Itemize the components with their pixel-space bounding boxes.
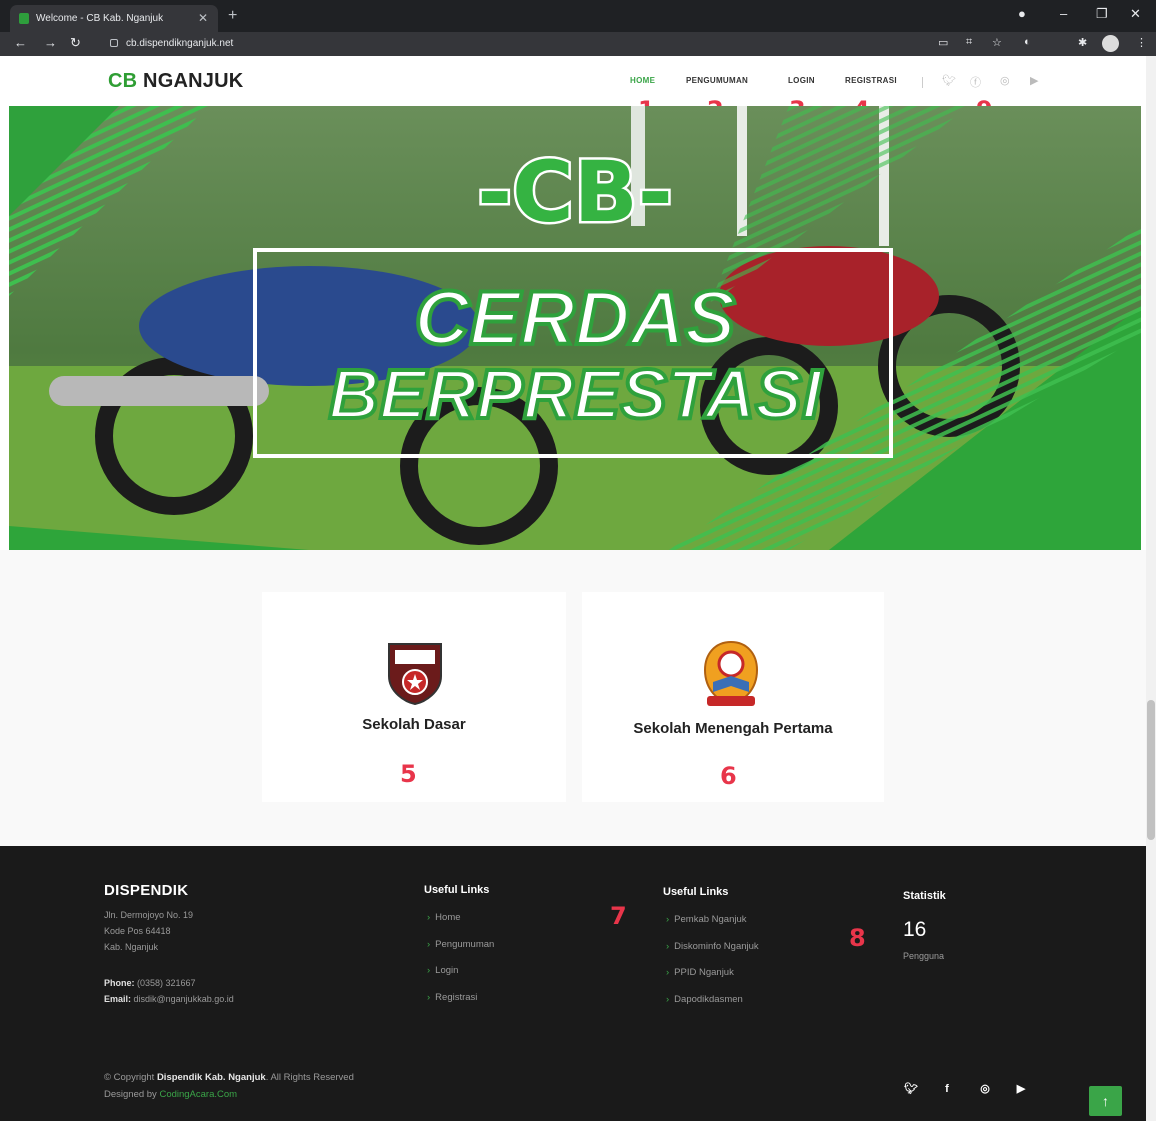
copyright-owner: Dispendik Kab. Nganjuk (156, 1072, 266, 1083)
smp-emblem-icon (703, 640, 759, 706)
twitter-icon[interactable]: 🐦︎ (942, 74, 956, 87)
copyright-suffix: . All Rights Reserved (265, 1072, 354, 1083)
profile-dot-icon[interactable]: ● (1018, 6, 1026, 21)
sd-emblem-icon (388, 643, 442, 706)
footer-phone: Phone: (0358) 321667 (104, 978, 196, 988)
useful-links-heading: Useful Links (424, 884, 490, 896)
browser-tab[interactable]: Welcome - CB Kab. Nganjuk ✕ (10, 5, 218, 32)
youtube-icon[interactable]: ▶ (1030, 74, 1038, 87)
restore-icon[interactable]: ❐ (1096, 6, 1108, 22)
extension-icon[interactable]: ◐ (1024, 36, 1031, 48)
page: Welcome - CB Kab. Nganjuk ✕ + ● – ❐ ✕ ← … (0, 0, 1156, 1121)
annotation-marker: 5 (400, 760, 417, 788)
cast-icon[interactable]: ▭ (938, 36, 948, 49)
nav-pengumuman[interactable]: PENGUMUMAN (686, 76, 748, 85)
tab-title: Welcome - CB Kab. Nganjuk (36, 13, 164, 24)
site-logo[interactable]: CB NGANJUK (108, 70, 243, 93)
scrollbar-thumb[interactable] (1147, 700, 1155, 840)
site-footer: DISPENDIK Jln. Dermojoyo No. 19 Kode Pos… (0, 846, 1146, 1121)
hero-banner: -CB- CERDAS BERPRESTASI (9, 106, 1141, 550)
copyright: © Copyright Dispendik Kab. Nganjuk. All … (104, 1072, 354, 1083)
site-header: CB NGANJUK HOME PENGUMUMAN LOGIN REGISTR… (0, 56, 1146, 106)
footer-link-diskominfo[interactable]: › Diskominfo Nganjuk (666, 941, 759, 952)
forward-icon[interactable]: → (44, 35, 57, 50)
address-bar: ← → ↻ cb.dispendiknganjuk.net ▭ ⌗ ☆ ◐ ✱ … (0, 32, 1156, 56)
email-value[interactable]: disdik@nganjukkab.go.id (131, 994, 234, 1004)
nav-home[interactable]: HOME (630, 76, 655, 85)
back-to-top-button[interactable]: ↑ (1089, 1086, 1122, 1116)
facebook-icon[interactable]: f (938, 1080, 956, 1098)
avatar[interactable] (1102, 35, 1119, 52)
annotation-marker: 6 (720, 762, 737, 790)
instagram-icon[interactable]: ◎ (976, 1080, 994, 1098)
footer-link-pengumuman[interactable]: › Pengumuman (427, 939, 494, 950)
url-field[interactable]: cb.dispendiknganjuk.net (110, 36, 910, 52)
annotation-marker: 8 (849, 924, 866, 952)
useful-links-heading: Useful Links (663, 886, 729, 898)
nav-login[interactable]: LOGIN (788, 76, 815, 85)
scrollbar[interactable] (1146, 56, 1156, 1121)
hero-cerdas-text: CERDAS (415, 276, 736, 361)
tab-close-icon[interactable]: ✕ (198, 5, 208, 32)
nav-registrasi[interactable]: REGISTRASI (845, 76, 897, 85)
stat-user-count: 16 (903, 918, 927, 941)
footer-link-home[interactable]: › Home (427, 912, 461, 923)
statistik-heading: Statistik (903, 890, 946, 902)
phone-value: (0358) 321667 (134, 978, 196, 988)
menu-dots-icon[interactable]: ⋮ (1136, 36, 1147, 49)
footer-email: Email: disdik@nganjukkab.go.id (104, 994, 234, 1004)
nav-divider (922, 77, 923, 88)
footer-link-pemkab[interactable]: › Pemkab Nganjuk (666, 914, 747, 925)
minimize-icon[interactable]: – (1060, 6, 1067, 21)
hero-cb-text: -CB- (477, 143, 672, 241)
favicon-icon (19, 13, 29, 24)
designed-by: Designed by CodingAcara.Com (104, 1089, 237, 1100)
reload-icon[interactable]: ↻ (70, 35, 81, 51)
footer-link-registrasi[interactable]: › Registrasi (427, 992, 477, 1003)
youtube-icon[interactable]: ▶ (1012, 1080, 1030, 1098)
arrow-up-icon: ↑ (1102, 1093, 1109, 1109)
logo-cb: CB (108, 70, 138, 92)
email-label: Email: (104, 994, 132, 1004)
card-title: Sekolah Menengah Pertama (633, 720, 833, 737)
phone-label: Phone: (104, 978, 135, 988)
card-title: Sekolah Dasar (362, 716, 466, 733)
footer-link-ppid[interactable]: › PPID Nganjuk (666, 967, 734, 978)
hero-berprestasi-text: BERPRESTASI (329, 355, 823, 433)
copyright-prefix: © Copyright (104, 1072, 157, 1083)
footer-address-line: Jln. Dermojoyo No. 19 (104, 910, 194, 920)
twitter-icon[interactable]: 🐦︎ (902, 1080, 920, 1098)
footer-address-line: Kab. Nganjuk (104, 942, 159, 952)
qr-icon[interactable]: ⌗ (966, 36, 972, 49)
facebook-icon[interactable]: ⓕ (970, 74, 981, 90)
footer-address-line: Kode Pos 64418 (104, 926, 171, 936)
footer-brand: DISPENDIK (104, 882, 189, 899)
footer-link-dapodikdasmen[interactable]: › Dapodikdasmen (666, 994, 743, 1005)
back-icon[interactable]: ← (14, 35, 27, 50)
bookmark-star-icon[interactable]: ☆ (992, 36, 1002, 49)
url-text: cb.dispendiknganjuk.net (126, 38, 234, 49)
school-level-section: Sekolah Dasar Sekolah Menengah Pertama 5… (0, 550, 1146, 846)
designer-link[interactable]: CodingAcara.Com (159, 1089, 237, 1100)
logo-nganjuk: NGANJUK (137, 70, 244, 92)
stat-user-label: Pengguna (903, 951, 945, 961)
close-window-icon[interactable]: ✕ (1130, 6, 1141, 22)
annotation-marker: 7 (610, 902, 627, 930)
instagram-icon[interactable]: ◎ (1000, 74, 1010, 87)
puzzle-icon[interactable]: ✱ (1078, 36, 1087, 49)
lock-icon (110, 39, 118, 48)
designed-prefix: Designed by (104, 1089, 160, 1100)
hero-image: -CB- CERDAS BERPRESTASI (9, 106, 1141, 550)
browser-tab-bar: Welcome - CB Kab. Nganjuk ✕ + ● – ❐ ✕ (0, 0, 1156, 32)
footer-link-login[interactable]: › Login (427, 965, 458, 976)
new-tab-icon[interactable]: + (228, 7, 237, 25)
